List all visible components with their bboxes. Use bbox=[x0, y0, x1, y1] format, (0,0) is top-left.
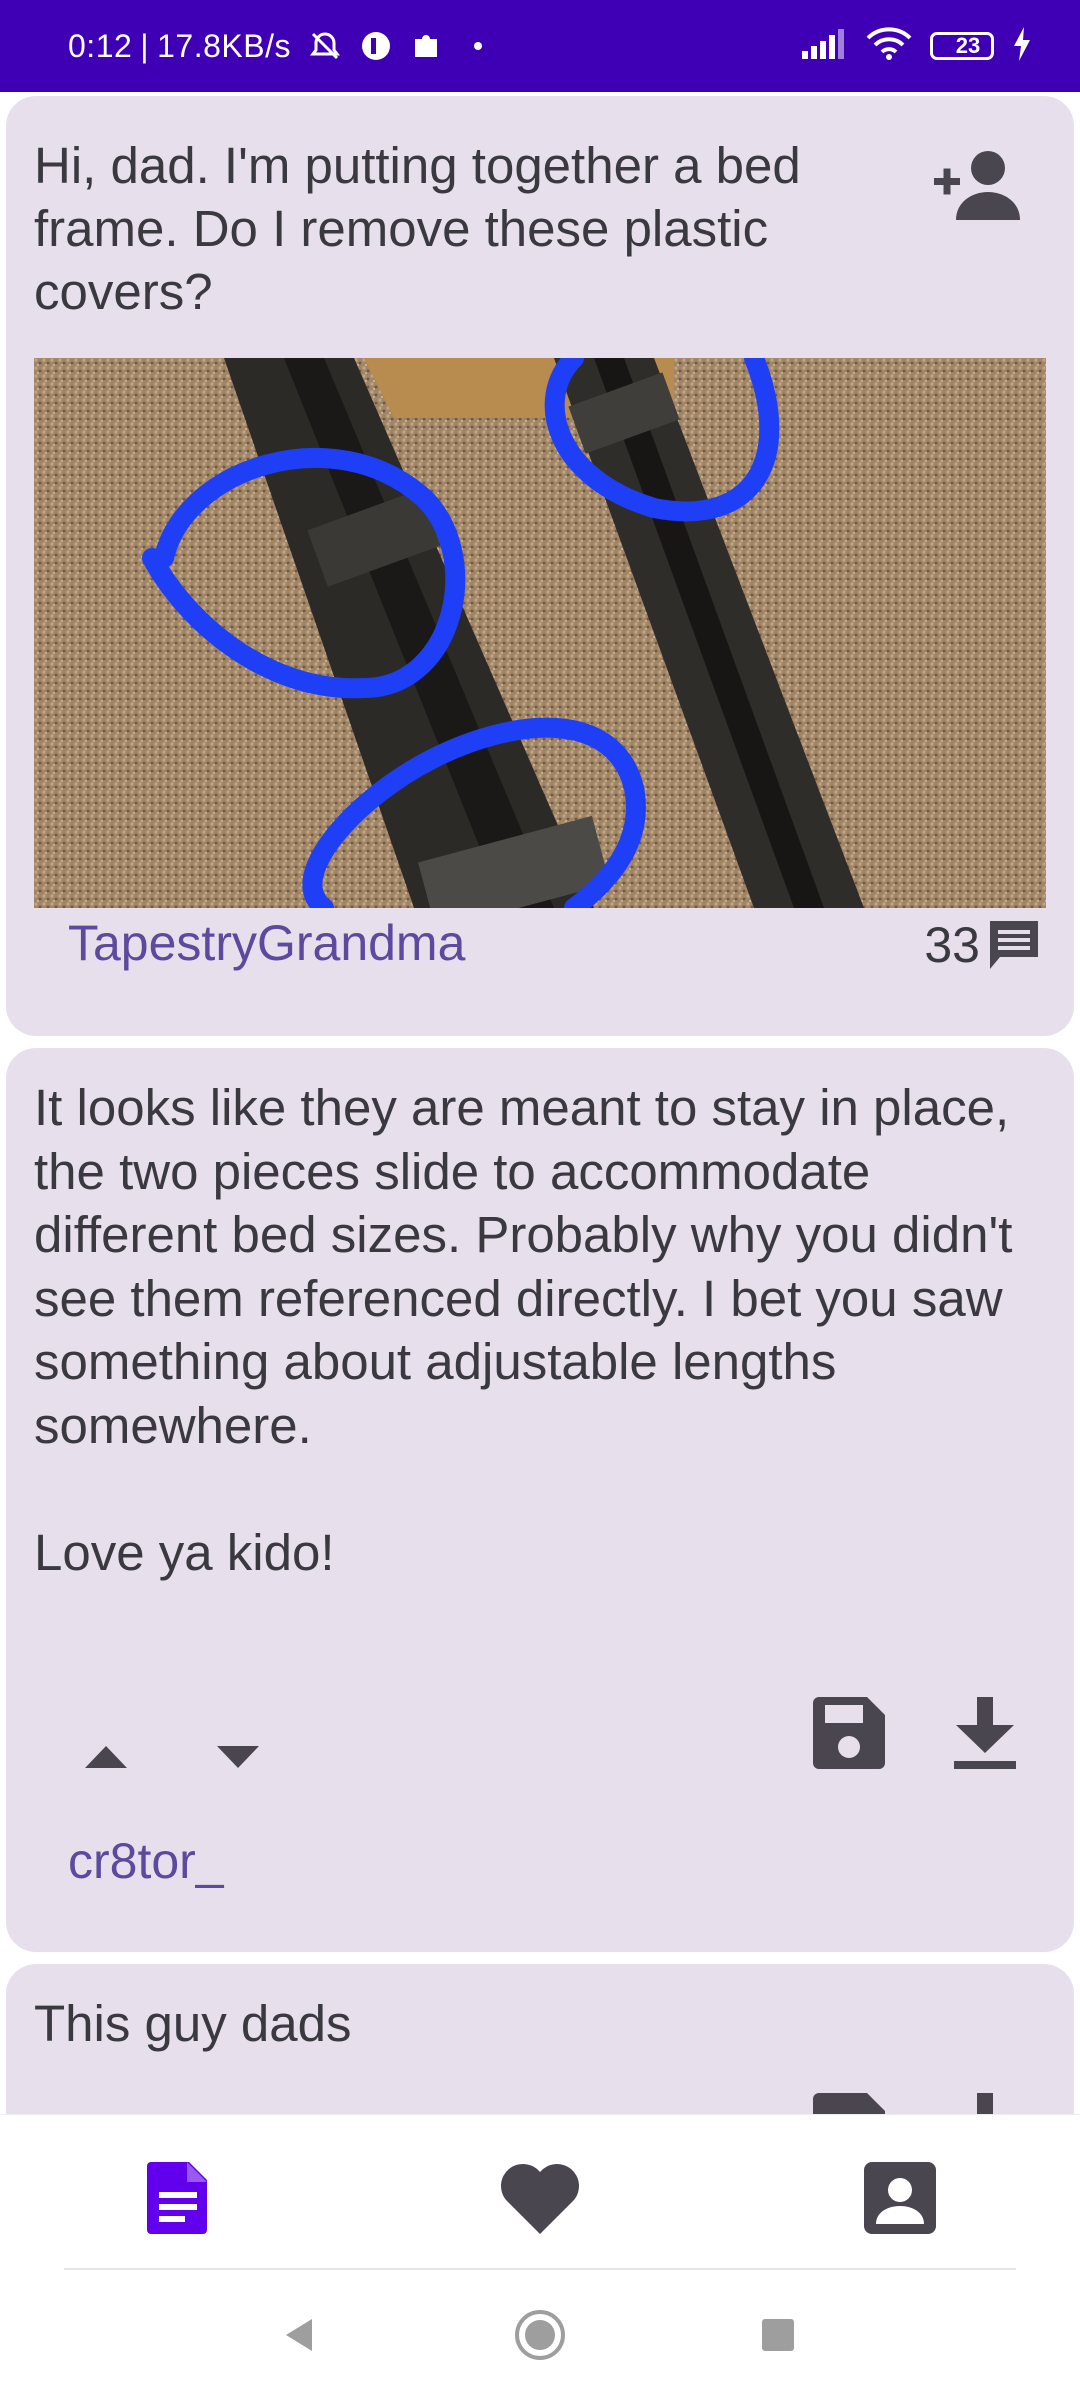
puzzle-icon bbox=[409, 29, 443, 63]
charging-icon bbox=[1012, 26, 1032, 66]
system-navigation bbox=[0, 2290, 1080, 2400]
post-title: Hi, dad. I'm putting together a bed fram… bbox=[34, 137, 801, 320]
heart-icon bbox=[500, 2163, 580, 2234]
comment-icon bbox=[990, 921, 1038, 969]
home-icon bbox=[515, 2310, 565, 2360]
status-left: 0:12 | 17.8KB/s bbox=[68, 28, 483, 65]
status-time: 0:12 bbox=[68, 27, 133, 64]
nav-profile[interactable] bbox=[845, 2143, 955, 2253]
alarm-off-icon bbox=[307, 28, 343, 64]
upvote-button[interactable] bbox=[66, 1722, 146, 1792]
downvote-button[interactable] bbox=[198, 1722, 278, 1792]
add-user-icon bbox=[934, 151, 1020, 220]
downvote-icon bbox=[217, 1746, 259, 1768]
recents-icon bbox=[762, 2319, 794, 2351]
post-image[interactable] bbox=[34, 358, 1046, 908]
home-button[interactable] bbox=[490, 2290, 590, 2380]
bed-frame-photo bbox=[34, 358, 1046, 908]
comment-author[interactable]: cr8tor_ bbox=[68, 1832, 224, 1890]
app-notification-icon bbox=[359, 29, 393, 63]
nav-posts[interactable] bbox=[124, 2143, 234, 2253]
save-button[interactable] bbox=[804, 1688, 894, 1778]
back-icon bbox=[286, 2319, 312, 2351]
dot-icon bbox=[473, 41, 483, 51]
comment-count: 33 bbox=[924, 917, 980, 973]
post-author[interactable]: TapestryGrandma bbox=[68, 914, 465, 972]
comment-card: It looks like they are meant to stay in … bbox=[6, 1048, 1074, 1952]
download-button[interactable] bbox=[940, 1688, 1030, 1778]
battery-icon: 23 bbox=[930, 32, 994, 60]
nav-favorites[interactable] bbox=[485, 2143, 595, 2253]
upvote-icon bbox=[85, 1746, 127, 1768]
status-separator: | bbox=[140, 27, 150, 64]
bottom-navigation bbox=[0, 2114, 1080, 2285]
recents-button[interactable] bbox=[728, 2290, 828, 2380]
save-icon bbox=[813, 1697, 885, 1769]
posts-icon bbox=[147, 2162, 207, 2234]
nav-divider bbox=[64, 2268, 1016, 2270]
post-card[interactable]: Hi, dad. I'm putting together a bed fram… bbox=[6, 96, 1074, 1036]
signal-icon bbox=[802, 28, 848, 64]
comment-count-button[interactable]: 33 bbox=[924, 916, 1042, 974]
comment-text: It looks like they are meant to stay in … bbox=[34, 1079, 1013, 1581]
comment-text: This guy dads bbox=[34, 1995, 352, 2052]
wifi-icon bbox=[866, 26, 912, 66]
download-icon bbox=[954, 1697, 1016, 1769]
battery-level: 23 bbox=[955, 33, 981, 58]
back-button[interactable] bbox=[250, 2290, 350, 2380]
status-right: 23 bbox=[802, 26, 1032, 66]
add-user-button[interactable] bbox=[932, 146, 1032, 226]
network-speed: 17.8KB/s bbox=[157, 27, 291, 64]
status-bar: 0:12 | 17.8KB/s 23 bbox=[0, 0, 1080, 92]
profile-icon bbox=[864, 2162, 936, 2234]
